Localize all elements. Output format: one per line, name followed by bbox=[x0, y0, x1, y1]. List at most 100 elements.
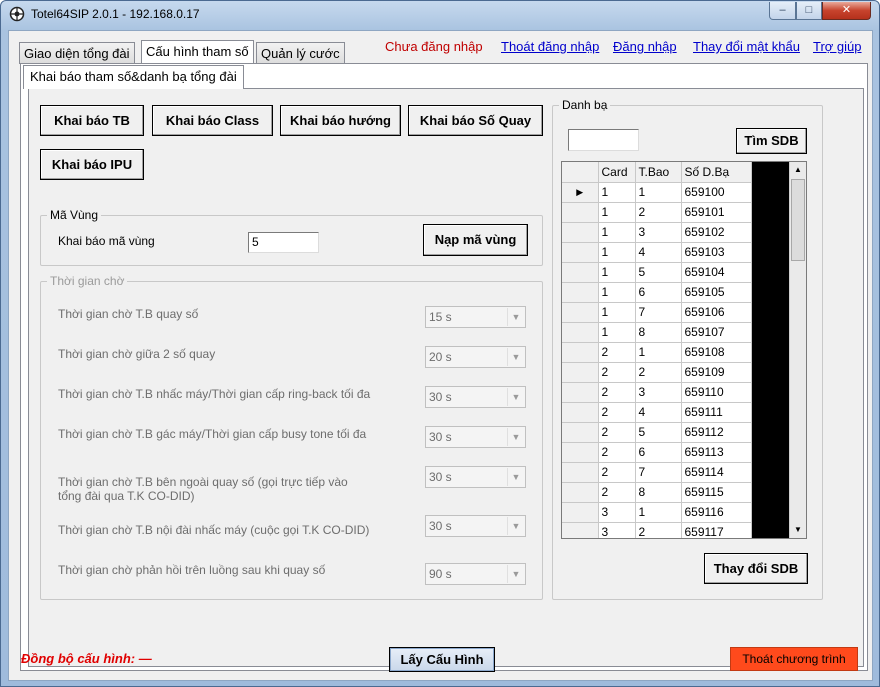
cell-tbao[interactable]: 5 bbox=[635, 262, 682, 283]
cell-tbao[interactable]: 3 bbox=[635, 222, 682, 243]
cell-tbao[interactable]: 3 bbox=[635, 382, 682, 403]
cell-number[interactable]: 659112 bbox=[681, 422, 752, 443]
table-row[interactable]: 1 3 659102 bbox=[562, 222, 752, 243]
declare-tb-button[interactable]: Khai báo TB bbox=[40, 105, 144, 136]
row-header[interactable] bbox=[562, 422, 599, 443]
cell-tbao[interactable]: 4 bbox=[635, 402, 682, 423]
wait-internal-select[interactable]: 30 s ▼ bbox=[425, 515, 526, 537]
table-row[interactable]: 1 4 659103 bbox=[562, 242, 752, 263]
scroll-up-icon[interactable]: ▲ bbox=[790, 162, 806, 178]
table-row[interactable]: 2 5 659112 bbox=[562, 422, 752, 443]
cell-number[interactable]: 659104 bbox=[681, 262, 752, 283]
column-header-number[interactable]: Số D.Bạ bbox=[681, 162, 752, 183]
cell-card[interactable]: 2 bbox=[598, 382, 636, 403]
cell-number[interactable]: 659116 bbox=[681, 502, 752, 523]
wait-dial-select[interactable]: 15 s ▼ bbox=[425, 306, 526, 328]
table-row[interactable]: 2 4 659111 bbox=[562, 402, 752, 423]
row-header[interactable] bbox=[562, 362, 599, 383]
cell-tbao[interactable]: 2 bbox=[635, 522, 682, 538]
cell-number[interactable]: 659100 bbox=[681, 182, 752, 203]
cell-tbao[interactable]: 7 bbox=[635, 462, 682, 483]
cell-number[interactable]: 659107 bbox=[681, 322, 752, 343]
cell-card[interactable]: 2 bbox=[598, 362, 636, 383]
cell-tbao[interactable]: 8 bbox=[635, 322, 682, 343]
row-header[interactable] bbox=[562, 202, 599, 223]
table-row[interactable]: 2 7 659114 bbox=[562, 462, 752, 483]
cell-card[interactable]: 2 bbox=[598, 462, 636, 483]
table-row[interactable]: 1 2 659101 bbox=[562, 202, 752, 223]
cell-tbao[interactable]: 1 bbox=[635, 342, 682, 363]
row-header[interactable] bbox=[562, 502, 599, 523]
cell-tbao[interactable]: 8 bbox=[635, 482, 682, 503]
row-header[interactable] bbox=[562, 342, 599, 363]
declare-dial-number-button[interactable]: Khai báo Số Quay bbox=[408, 105, 543, 136]
row-header[interactable] bbox=[562, 482, 599, 503]
tab-quan-ly-cuoc[interactable]: Quản lý cước bbox=[256, 42, 345, 64]
declare-direction-button[interactable]: Khai báo hướng bbox=[280, 105, 401, 136]
column-header-card[interactable]: Card bbox=[598, 162, 636, 183]
scroll-thumb[interactable] bbox=[791, 179, 805, 261]
wait-external-select[interactable]: 30 s ▼ bbox=[425, 466, 526, 488]
cell-card[interactable]: 2 bbox=[598, 442, 636, 463]
cell-number[interactable]: 659114 bbox=[681, 462, 752, 483]
cell-tbao[interactable]: 7 bbox=[635, 302, 682, 323]
cell-tbao[interactable]: 6 bbox=[635, 442, 682, 463]
row-header[interactable] bbox=[562, 282, 599, 303]
phonebook-search-input[interactable] bbox=[568, 129, 639, 151]
table-row[interactable]: 2 6 659113 bbox=[562, 442, 752, 463]
wait-busy-select[interactable]: 30 s ▼ bbox=[425, 426, 526, 448]
row-header[interactable] bbox=[562, 262, 599, 283]
search-number-button[interactable]: Tìm SDB bbox=[736, 128, 807, 154]
load-area-code-button[interactable]: Nạp mã vùng bbox=[423, 224, 528, 256]
area-code-input[interactable]: 5 bbox=[248, 232, 319, 253]
cell-number[interactable]: 659102 bbox=[681, 222, 752, 243]
wait-between-digits-select[interactable]: 20 s ▼ bbox=[425, 346, 526, 368]
table-row[interactable]: 3 2 659117 bbox=[562, 522, 752, 538]
declare-class-button[interactable]: Khai báo Class bbox=[152, 105, 273, 136]
cell-tbao[interactable]: 6 bbox=[635, 282, 682, 303]
declare-ipu-button[interactable]: Khai báo IPU bbox=[40, 149, 144, 180]
cell-card[interactable]: 2 bbox=[598, 422, 636, 443]
cell-number[interactable]: 659105 bbox=[681, 282, 752, 303]
row-header[interactable] bbox=[562, 442, 599, 463]
cell-number[interactable]: 659110 bbox=[681, 382, 752, 403]
change-password-link[interactable]: Thay đổi mật khẩu bbox=[693, 39, 800, 54]
close-button[interactable]: ✕ bbox=[822, 2, 871, 20]
cell-card[interactable]: 2 bbox=[598, 342, 636, 363]
scroll-down-icon[interactable]: ▼ bbox=[790, 522, 806, 538]
tab-giao-dien[interactable]: Giao diện tổng đài bbox=[19, 42, 135, 64]
row-header[interactable] bbox=[562, 242, 599, 263]
cell-card[interactable]: 3 bbox=[598, 522, 636, 538]
cell-tbao[interactable]: 4 bbox=[635, 242, 682, 263]
table-row[interactable]: 2 8 659115 bbox=[562, 482, 752, 503]
phonebook-scrollbar[interactable]: ▲ ▼ bbox=[789, 162, 806, 538]
cell-number[interactable]: 659103 bbox=[681, 242, 752, 263]
tab-cau-hinh[interactable]: Cấu hình tham số bbox=[141, 40, 254, 64]
cell-tbao[interactable]: 1 bbox=[635, 502, 682, 523]
wait-ringback-select[interactable]: 30 s ▼ bbox=[425, 386, 526, 408]
row-header[interactable] bbox=[562, 302, 599, 323]
cell-card[interactable]: 2 bbox=[598, 402, 636, 423]
table-row[interactable]: 1 6 659105 bbox=[562, 282, 752, 303]
logout-link[interactable]: Thoát đăng nhập bbox=[501, 39, 599, 54]
get-config-button[interactable]: Lấy Cấu Hình bbox=[389, 647, 495, 672]
cell-card[interactable]: 1 bbox=[598, 202, 636, 223]
row-header[interactable] bbox=[562, 322, 599, 343]
cell-number[interactable]: 659109 bbox=[681, 362, 752, 383]
cell-card[interactable]: 1 bbox=[598, 222, 636, 243]
current-row-icon[interactable]: ▶ bbox=[562, 182, 599, 203]
cell-number[interactable]: 659108 bbox=[681, 342, 752, 363]
table-row[interactable]: 3 1 659116 bbox=[562, 502, 752, 523]
wait-response-select[interactable]: 90 s ▼ bbox=[425, 563, 526, 585]
cell-number[interactable]: 659113 bbox=[681, 442, 752, 463]
cell-number[interactable]: 659117 bbox=[681, 522, 752, 538]
table-row[interactable]: 2 1 659108 bbox=[562, 342, 752, 363]
title-bar[interactable]: Totel64SIP 2.0.1 - 192.168.0.17 – □ ✕ bbox=[1, 1, 879, 27]
row-header[interactable] bbox=[562, 222, 599, 243]
table-row[interactable]: ▶ 1 1 659100 bbox=[562, 182, 752, 203]
table-row[interactable]: 2 3 659110 bbox=[562, 382, 752, 403]
row-header[interactable] bbox=[562, 382, 599, 403]
cell-number[interactable]: 659115 bbox=[681, 482, 752, 503]
minimize-button[interactable]: – bbox=[769, 2, 796, 20]
help-link[interactable]: Trợ giúp bbox=[813, 39, 862, 54]
